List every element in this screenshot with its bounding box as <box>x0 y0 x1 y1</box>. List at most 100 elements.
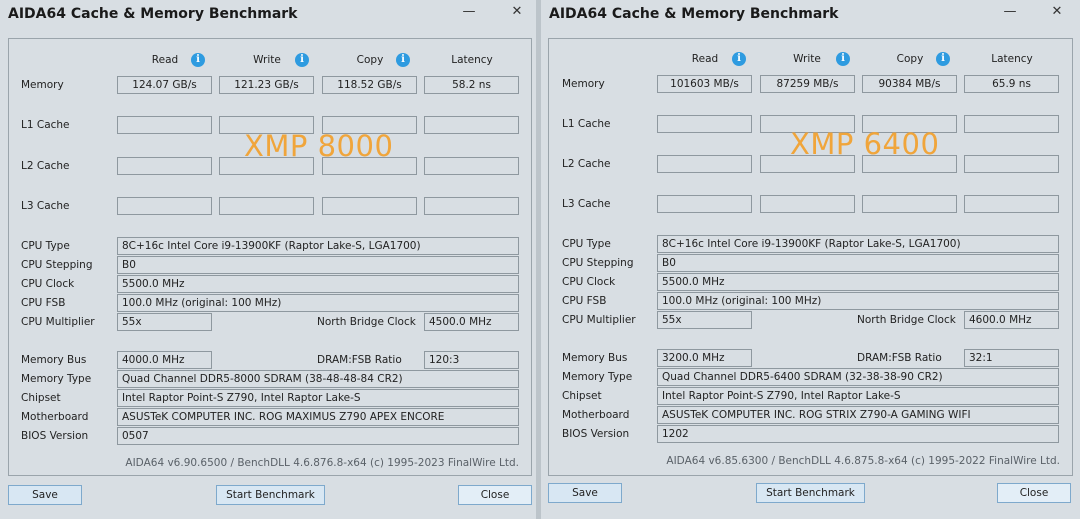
label-cpu-clock: CPU Clock <box>562 276 616 288</box>
label-cpu-stepping: CPU Stepping <box>21 259 93 271</box>
value-bios-version: 0507 <box>117 427 519 445</box>
header-latency: Latency <box>451 54 493 66</box>
l3-latency-value <box>964 195 1059 213</box>
window-title: AIDA64 Cache & Memory Benchmark <box>8 6 298 22</box>
row-label-l3-cache: L3 Cache <box>562 198 611 210</box>
xmp-overlay-label: XMP 6400 <box>790 127 940 161</box>
label-bios-version: BIOS Version <box>562 428 630 440</box>
minimize-icon[interactable]: — <box>458 4 480 19</box>
minimize-icon[interactable]: — <box>999 4 1021 19</box>
l1-latency-value <box>964 115 1059 133</box>
value-motherboard: ASUSTeK COMPUTER INC. ROG STRIX Z790-A G… <box>657 406 1059 424</box>
value-cpu-fsb: 100.0 MHz (original: 100 MHz) <box>117 294 519 312</box>
value-cpu-clock: 5500.0 MHz <box>117 275 519 293</box>
label-memory-type: Memory Type <box>21 373 92 385</box>
memory-write-value: 121.23 GB/s <box>219 76 314 94</box>
l2-latency-value <box>424 157 519 175</box>
label-cpu-type: CPU Type <box>562 238 611 250</box>
l3-copy-value <box>322 197 417 215</box>
label-dram-fsb-ratio: DRAM:FSB Ratio <box>857 352 942 364</box>
row-label-l1-cache: L1 Cache <box>562 118 611 130</box>
l3-copy-value <box>862 195 957 213</box>
label-cpu-fsb: CPU FSB <box>562 295 607 307</box>
close-icon[interactable]: ✕ <box>506 4 528 19</box>
row-label-l3-cache: L3 Cache <box>21 200 70 212</box>
value-memory-type: Quad Channel DDR5-8000 SDRAM (38-48-48-8… <box>117 370 519 388</box>
label-cpu-type: CPU Type <box>21 240 70 252</box>
memory-read-value: 101603 MB/s <box>657 75 752 93</box>
window-title: AIDA64 Cache & Memory Benchmark <box>549 6 839 22</box>
results-panel: Read i Write i Copy i Latency Memory 124… <box>8 38 532 476</box>
save-button[interactable]: Save <box>8 485 82 505</box>
value-cpu-type: 8C+16c Intel Core i9-13900KF (Raptor Lak… <box>657 235 1059 253</box>
close-button[interactable]: Close <box>458 485 532 505</box>
value-cpu-clock: 5500.0 MHz <box>657 273 1059 291</box>
header-copy: Copy <box>896 53 924 65</box>
memory-copy-value: 90384 MB/s <box>862 75 957 93</box>
header-write: Write <box>793 53 821 65</box>
value-dram-fsb-ratio: 120:3 <box>424 351 519 369</box>
memory-latency-value: 65.9 ns <box>964 75 1059 93</box>
l3-read-value <box>117 197 212 215</box>
start-benchmark-button[interactable]: Start Benchmark <box>216 485 325 505</box>
close-button[interactable]: Close <box>997 483 1071 503</box>
read-info-icon[interactable]: i <box>191 53 205 67</box>
l3-latency-value <box>424 197 519 215</box>
l3-write-value <box>219 197 314 215</box>
copy-info-icon[interactable]: i <box>396 53 410 67</box>
copy-info-icon[interactable]: i <box>936 52 950 66</box>
header-copy: Copy <box>356 54 384 66</box>
header-read: Read <box>151 54 179 66</box>
value-memory-type: Quad Channel DDR5-6400 SDRAM (32-38-38-9… <box>657 368 1059 386</box>
results-panel: Read i Write i Copy i Latency Memory 101… <box>548 38 1073 476</box>
label-chipset: Chipset <box>562 390 602 402</box>
l2-read-value <box>117 157 212 175</box>
value-bios-version: 1202 <box>657 425 1059 443</box>
l1-read-value <box>117 116 212 134</box>
label-cpu-stepping: CPU Stepping <box>562 257 634 269</box>
label-memory-bus: Memory Bus <box>562 352 628 364</box>
write-info-icon[interactable]: i <box>295 53 309 67</box>
close-icon[interactable]: ✕ <box>1046 4 1068 19</box>
label-chipset: Chipset <box>21 392 61 404</box>
label-memory-bus: Memory Bus <box>21 354 87 366</box>
write-info-icon[interactable]: i <box>836 52 850 66</box>
memory-write-value: 87259 MB/s <box>760 75 855 93</box>
xmp-overlay-label: XMP 8000 <box>244 129 394 163</box>
value-north-bridge-clock: 4500.0 MHz <box>424 313 519 331</box>
value-chipset: Intel Raptor Point-S Z790, Intel Raptor … <box>657 387 1059 405</box>
header-write: Write <box>253 54 281 66</box>
label-north-bridge-clock: North Bridge Clock <box>857 314 956 326</box>
label-cpu-fsb: CPU FSB <box>21 297 66 309</box>
l3-read-value <box>657 195 752 213</box>
footer-version-text: AIDA64 v6.85.6300 / BenchDLL 4.6.875.8-x… <box>666 455 1060 467</box>
label-cpu-multiplier: CPU Multiplier <box>21 316 95 328</box>
memory-read-value: 124.07 GB/s <box>117 76 212 94</box>
l2-latency-value <box>964 155 1059 173</box>
read-info-icon[interactable]: i <box>732 52 746 66</box>
label-motherboard: Motherboard <box>21 411 89 423</box>
value-cpu-multiplier: 55x <box>657 311 752 329</box>
save-button[interactable]: Save <box>548 483 622 503</box>
value-cpu-stepping: B0 <box>657 254 1059 272</box>
start-benchmark-button[interactable]: Start Benchmark <box>756 483 865 503</box>
value-motherboard: ASUSTeK COMPUTER INC. ROG MAXIMUS Z790 A… <box>117 408 519 426</box>
value-dram-fsb-ratio: 32:1 <box>964 349 1059 367</box>
benchmark-window-left: AIDA64 Cache & Memory Benchmark — ✕ Read… <box>0 0 536 519</box>
value-cpu-stepping: B0 <box>117 256 519 274</box>
value-memory-bus: 3200.0 MHz <box>657 349 752 367</box>
row-label-l2-cache: L2 Cache <box>21 160 70 172</box>
value-memory-bus: 4000.0 MHz <box>117 351 212 369</box>
l1-latency-value <box>424 116 519 134</box>
label-cpu-clock: CPU Clock <box>21 278 75 290</box>
row-label-l1-cache: L1 Cache <box>21 119 70 131</box>
label-bios-version: BIOS Version <box>21 430 89 442</box>
row-label-l2-cache: L2 Cache <box>562 158 611 170</box>
label-north-bridge-clock: North Bridge Clock <box>317 316 416 328</box>
row-label-memory: Memory <box>21 79 64 91</box>
l1-read-value <box>657 115 752 133</box>
header-read: Read <box>691 53 719 65</box>
value-cpu-type: 8C+16c Intel Core i9-13900KF (Raptor Lak… <box>117 237 519 255</box>
value-chipset: Intel Raptor Point-S Z790, Intel Raptor … <box>117 389 519 407</box>
memory-copy-value: 118.52 GB/s <box>322 76 417 94</box>
